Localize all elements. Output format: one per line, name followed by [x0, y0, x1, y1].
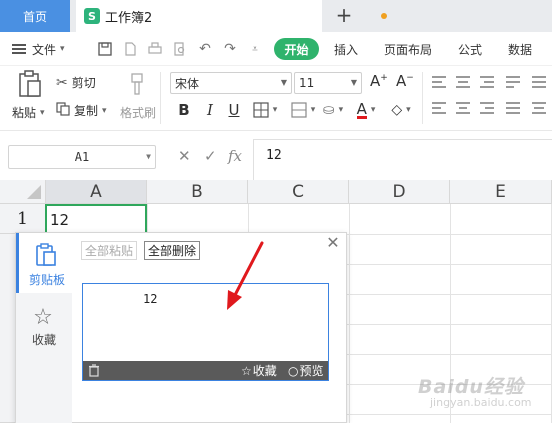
annotation-arrow	[227, 241, 264, 310]
baidu-watermark-logo: Baidu经验	[418, 376, 524, 398]
baidu-watermark-url: jingyan.baidu.com	[430, 396, 532, 409]
